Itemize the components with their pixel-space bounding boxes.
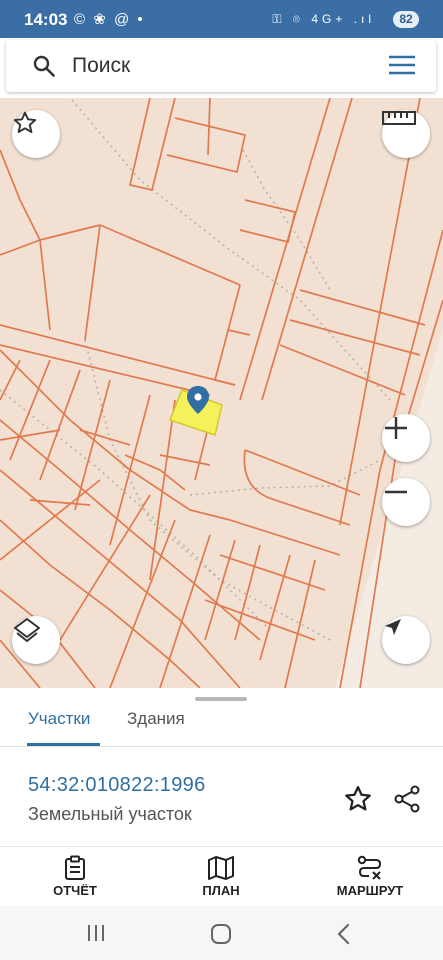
star-outline-icon xyxy=(345,786,371,811)
layers-icon xyxy=(14,618,40,642)
recent-apps-icon[interactable] xyxy=(86,924,106,942)
back-icon[interactable] xyxy=(336,923,352,945)
favorite-map-button[interactable] xyxy=(12,110,60,158)
battery-icon: 82 xyxy=(393,11,419,28)
tab-buildings[interactable]: Здания xyxy=(127,709,185,729)
nav-route-label: МАРШРУТ xyxy=(336,883,404,898)
parcel-type: Земельный участок xyxy=(28,804,192,824)
active-tab-indicator xyxy=(27,743,100,746)
share-icon xyxy=(394,785,420,813)
ruler-button[interactable] xyxy=(382,110,430,158)
status-time: 14:03 xyxy=(24,10,68,29)
map-canvas[interactable] xyxy=(0,98,443,688)
nav-route[interactable]: МАРШРУТ xyxy=(318,847,422,907)
zoom-out-button[interactable] xyxy=(382,478,430,526)
tab-parcels[interactable]: Участки xyxy=(28,709,90,729)
nav-plan[interactable]: ПЛАН xyxy=(176,847,266,907)
nav-report[interactable]: ОТЧЁТ xyxy=(30,847,120,907)
nav-report-label: ОТЧЁТ xyxy=(53,883,97,898)
cadastral-number[interactable]: 54:32:010822:1996 xyxy=(28,774,206,797)
zoom-in-button[interactable] xyxy=(382,414,430,462)
system-navigation-bar xyxy=(0,906,443,960)
signal-icons: ⚿ ⌾ 4G+ .ıl xyxy=(272,12,375,26)
search-icon[interactable] xyxy=(32,54,56,78)
my-location-button[interactable] xyxy=(382,616,430,664)
map-plan-icon xyxy=(208,856,234,880)
bottom-navigation: ОТЧЁТ ПЛАН МАРШРУТ xyxy=(0,846,443,907)
sheet-drag-handle[interactable] xyxy=(195,697,247,701)
search-bar[interactable]: Поиск xyxy=(6,40,436,92)
star-outline-icon xyxy=(13,111,37,133)
minus-icon xyxy=(385,490,407,494)
plus-icon xyxy=(385,417,407,439)
tab-bar: Участки Здания xyxy=(0,702,443,747)
navigation-arrow-icon xyxy=(385,619,401,635)
report-icon xyxy=(65,855,85,880)
route-icon xyxy=(357,855,382,880)
add-to-favorites-button[interactable] xyxy=(343,784,373,819)
hamburger-menu-icon[interactable] xyxy=(388,53,416,77)
notification-icons: © ❀ @ • xyxy=(74,11,145,28)
ruler-icon xyxy=(382,111,416,125)
search-input[interactable]: Поиск xyxy=(72,54,130,78)
layers-button[interactable] xyxy=(12,616,60,664)
share-button[interactable] xyxy=(392,784,422,819)
status-bar: 14:03 © ❀ @ • ⚿ ⌾ 4G+ .ıl 82 xyxy=(0,0,443,38)
parcel-info-sheet: Участки Здания 54:32:010822:1996 Земельн… xyxy=(0,688,443,907)
nav-plan-label: ПЛАН xyxy=(202,883,240,898)
map-paths xyxy=(0,99,391,641)
cadastral-map[interactable] xyxy=(0,98,443,688)
home-icon[interactable] xyxy=(210,923,232,945)
